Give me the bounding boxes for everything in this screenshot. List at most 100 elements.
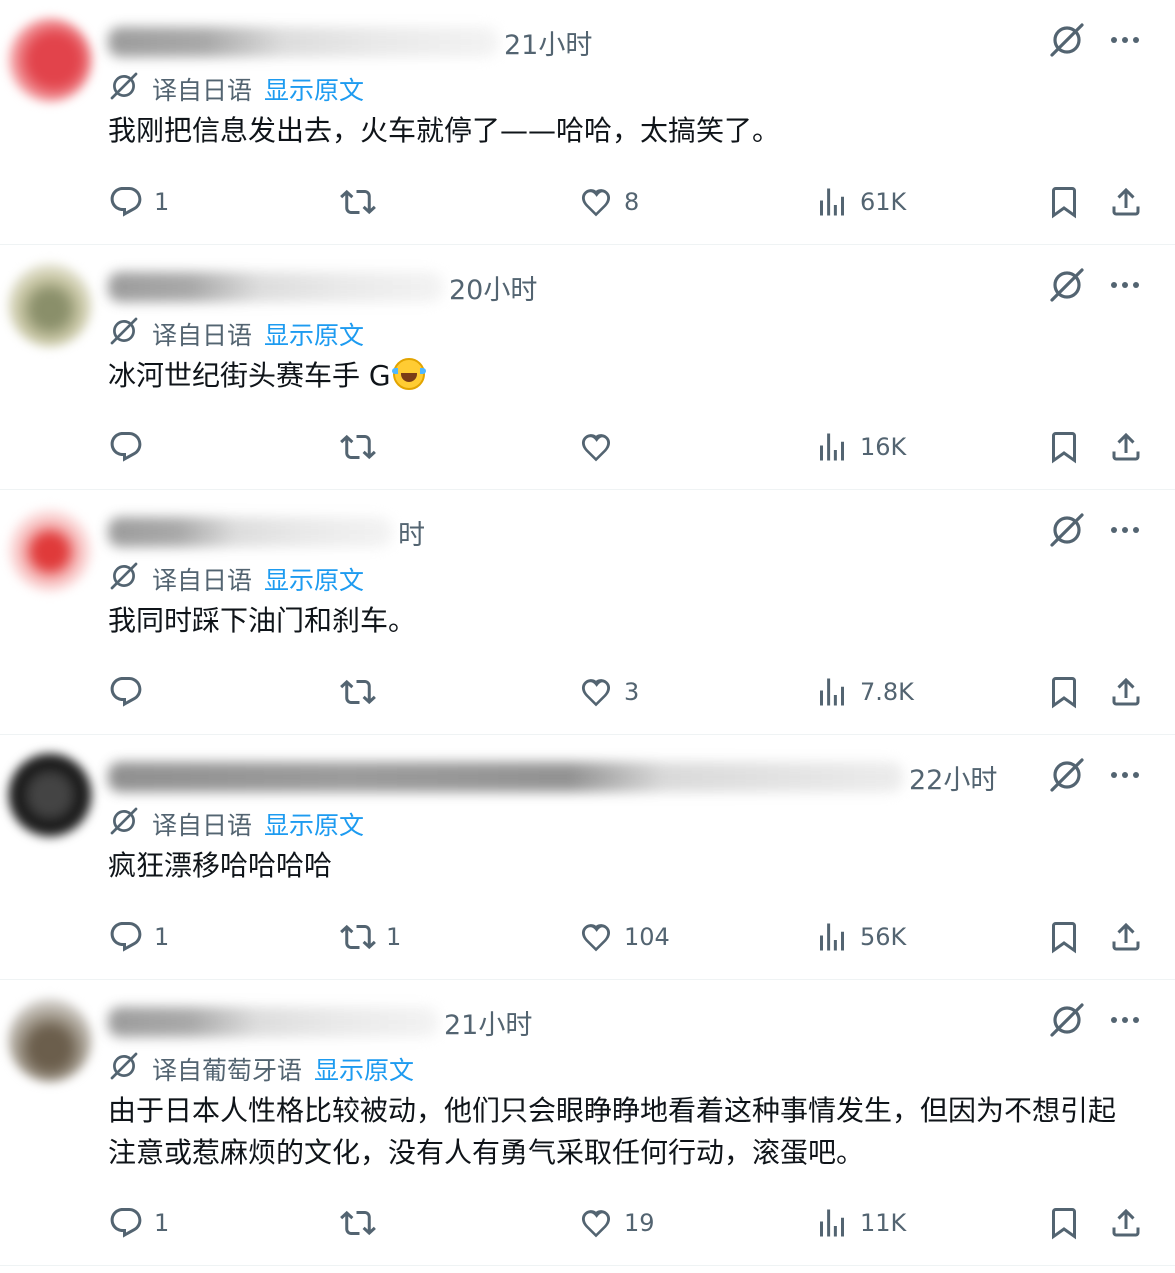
- translation-row: 译自日语 显示原文: [108, 805, 364, 843]
- more-icon[interactable]: [1109, 759, 1141, 791]
- like-button[interactable]: 8: [578, 182, 639, 222]
- reply-post[interactable]: 21小时 译自日语 显示原文 我刚把信息发出去，火车就停了——哈哈，太搞笑了。 …: [0, 0, 1175, 245]
- reply-button[interactable]: [108, 672, 154, 712]
- reply-icon: [110, 432, 142, 462]
- blurred-author-name[interactable]: [108, 517, 392, 547]
- bookmark-button[interactable]: [1046, 182, 1082, 222]
- avatar[interactable]: [8, 998, 92, 1082]
- reply-post[interactable]: 22小时 译自日语 显示原文 疯狂漂移哈哈哈哈 1 1 104 56K: [0, 735, 1175, 980]
- like-icon: [581, 189, 611, 217]
- laughing-emoji-icon: [391, 358, 426, 390]
- post-timestamp[interactable]: 20小时: [449, 268, 537, 307]
- reply-post[interactable]: 时 译自日语 显示原文 我同时踩下油门和刹车。 3 7.8K: [0, 490, 1175, 735]
- post-timestamp[interactable]: 时: [398, 513, 425, 552]
- views-count: 11K: [860, 1209, 907, 1237]
- avatar[interactable]: [8, 18, 92, 102]
- bookmark-button[interactable]: [1046, 1203, 1082, 1243]
- retweet-button[interactable]: [340, 182, 386, 222]
- retweet-button[interactable]: 1: [340, 917, 401, 957]
- more-icon[interactable]: [1109, 24, 1141, 56]
- grok-icon: [108, 1050, 140, 1088]
- views-button[interactable]: 11K: [814, 1203, 906, 1243]
- more-icon[interactable]: [1109, 1004, 1141, 1036]
- post-timestamp[interactable]: 21小时: [444, 1003, 532, 1042]
- grok-icon[interactable]: [1047, 20, 1087, 60]
- share-button[interactable]: [1108, 427, 1144, 467]
- views-button[interactable]: 7.8K: [814, 672, 914, 712]
- grok-icon[interactable]: [1047, 755, 1087, 795]
- blurred-author-name[interactable]: [108, 1007, 438, 1037]
- reply-button[interactable]: 1: [108, 1203, 169, 1243]
- post-top-icons: [1047, 1000, 1141, 1040]
- translation-label: 译自日语: [152, 566, 253, 595]
- translation-label: 译自日语: [152, 321, 253, 350]
- post-timestamp[interactable]: 22小时: [909, 758, 997, 797]
- action-bar: 1 1 104 56K: [108, 917, 1145, 957]
- show-original-link[interactable]: 显示原文: [264, 806, 364, 842]
- reply-post[interactable]: 21小时 译自葡萄牙语 显示原文 由于日本人性格比较被动，他们只会眼睁睁地看着这…: [0, 980, 1175, 1266]
- views-button[interactable]: 16K: [814, 427, 906, 467]
- reply-feed: 21小时 译自日语 显示原文 我刚把信息发出去，火车就停了——哈哈，太搞笑了。 …: [0, 0, 1175, 1266]
- show-original-link[interactable]: 显示原文: [264, 71, 364, 107]
- share-icon: [1112, 187, 1140, 216]
- blurred-author-name[interactable]: [108, 272, 443, 302]
- bookmark-button[interactable]: [1046, 427, 1082, 467]
- views-count: 16K: [860, 433, 907, 461]
- share-button[interactable]: [1108, 917, 1144, 957]
- retweet-icon: [340, 1210, 376, 1236]
- grok-icon[interactable]: [1047, 1000, 1087, 1040]
- reply-icon: [110, 187, 142, 217]
- bookmark-button[interactable]: [1046, 917, 1082, 957]
- retweet-button[interactable]: [340, 672, 386, 712]
- reply-icon: [110, 1208, 142, 1238]
- grok-icon: [108, 315, 140, 353]
- views-button[interactable]: 61K: [814, 182, 906, 222]
- like-count: 19: [624, 1209, 655, 1237]
- reply-button[interactable]: 1: [108, 182, 169, 222]
- more-icon[interactable]: [1109, 514, 1141, 546]
- avatar[interactable]: [8, 263, 92, 347]
- reply-post[interactable]: 20小时 译自日语 显示原文 冰河世纪街头赛车手 G 16K: [0, 245, 1175, 490]
- like-button[interactable]: [578, 427, 624, 467]
- reply-button[interactable]: 1: [108, 917, 169, 957]
- like-button[interactable]: 19: [578, 1203, 655, 1243]
- post-text: 我刚把信息发出去，火车就停了——哈哈，太搞笑了。: [108, 114, 781, 147]
- like-button[interactable]: 3: [578, 672, 639, 712]
- bookmark-button[interactable]: [1046, 672, 1082, 712]
- grok-icon[interactable]: [1047, 510, 1087, 550]
- share-button[interactable]: [1108, 672, 1144, 712]
- reply-button[interactable]: [108, 427, 154, 467]
- views-count: 7.8K: [860, 678, 914, 706]
- blurred-author-name[interactable]: [108, 27, 498, 57]
- action-bar: 1 19 11K: [108, 1203, 1145, 1243]
- share-button[interactable]: [1108, 1203, 1144, 1243]
- avatar[interactable]: [8, 508, 92, 592]
- author-row: 21小时: [108, 22, 592, 62]
- reply-icon: [110, 677, 142, 707]
- blurred-author-name[interactable]: [108, 762, 903, 792]
- translation-row: 译自葡萄牙语 显示原文: [108, 1050, 414, 1088]
- show-original-link[interactable]: 显示原文: [314, 1051, 414, 1087]
- share-button[interactable]: [1108, 182, 1144, 222]
- show-original-link[interactable]: 显示原文: [264, 316, 364, 352]
- bookmark-icon: [1052, 187, 1076, 219]
- translation-label: 译自日语: [152, 76, 253, 105]
- avatar[interactable]: [8, 753, 92, 837]
- retweet-icon: [340, 924, 376, 950]
- author-row: 21小时: [108, 1002, 532, 1042]
- show-original-link[interactable]: 显示原文: [264, 561, 364, 597]
- grok-icon: [108, 560, 140, 598]
- like-button[interactable]: 104: [578, 917, 670, 957]
- retweet-button[interactable]: [340, 427, 386, 467]
- action-bar: 1 8 61K: [108, 182, 1145, 222]
- views-button[interactable]: 56K: [814, 917, 906, 957]
- post-top-icons: [1047, 510, 1141, 550]
- more-icon[interactable]: [1109, 269, 1141, 301]
- post-timestamp[interactable]: 21小时: [504, 23, 592, 62]
- share-icon: [1112, 432, 1140, 461]
- share-icon: [1112, 922, 1140, 951]
- share-icon: [1112, 677, 1140, 706]
- retweet-button[interactable]: [340, 1203, 386, 1243]
- translation-row: 译自日语 显示原文: [108, 70, 364, 108]
- grok-icon[interactable]: [1047, 265, 1087, 305]
